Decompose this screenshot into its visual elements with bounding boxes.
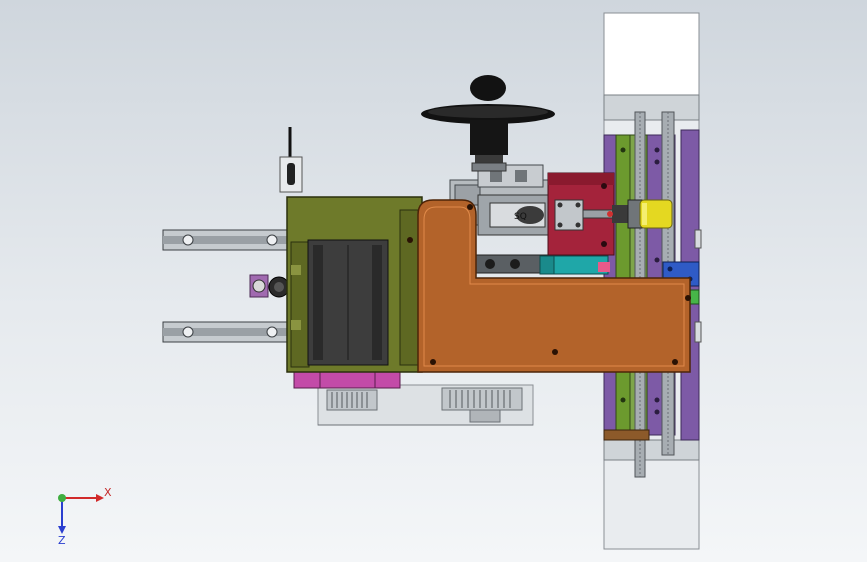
y-axis-dot (58, 494, 66, 502)
clamp-handle (249, 274, 290, 298)
brown-block (603, 429, 650, 441)
teal-block (539, 255, 610, 275)
handwheel[interactable] (421, 75, 555, 172)
cad-viewport[interactable]: SQ X Z (0, 0, 867, 562)
coupling-body: SQ (477, 194, 554, 236)
x-axis-arrow (96, 494, 104, 502)
assembly-drawing: SQ X Z (58, 12, 702, 550)
pulley-assembly (317, 384, 534, 426)
guide-rail-bottom (162, 321, 291, 343)
guide-rail-top (162, 229, 291, 251)
axis-triad: X Z (58, 486, 112, 547)
z-axis-label: Z (58, 534, 66, 547)
motor-housing (286, 196, 423, 373)
z-axis-arrow (58, 526, 66, 534)
sensor-bracket (279, 127, 303, 193)
coupling-label: SQ (514, 212, 527, 222)
x-axis-label: X (104, 486, 112, 499)
